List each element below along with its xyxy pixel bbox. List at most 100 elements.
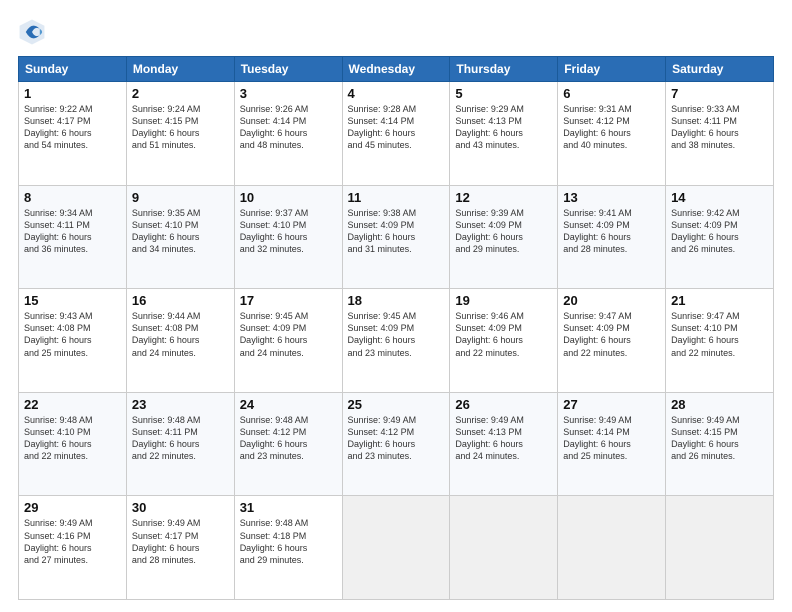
day-number: 21 — [671, 293, 768, 308]
cell-text: Sunrise: 9:47 AMSunset: 4:09 PMDaylight:… — [563, 310, 660, 359]
cell-text: Sunrise: 9:43 AMSunset: 4:08 PMDaylight:… — [24, 310, 121, 359]
cell-text: Sunrise: 9:45 AMSunset: 4:09 PMDaylight:… — [348, 310, 445, 359]
day-number: 14 — [671, 190, 768, 205]
day-number: 24 — [240, 397, 337, 412]
logo — [18, 18, 48, 46]
calendar-header: Sunday Monday Tuesday Wednesday Thursday… — [19, 57, 774, 82]
calendar-cell: 26 Sunrise: 9:49 AMSunset: 4:13 PMDayligh… — [450, 392, 558, 496]
cell-text: Sunrise: 9:24 AMSunset: 4:15 PMDaylight:… — [132, 103, 229, 152]
calendar-cell: 5 Sunrise: 9:29 AMSunset: 4:13 PMDaylight… — [450, 82, 558, 186]
day-number: 17 — [240, 293, 337, 308]
calendar-cell: 16 Sunrise: 9:44 AMSunset: 4:08 PMDayligh… — [126, 289, 234, 393]
day-number: 5 — [455, 86, 552, 101]
calendar-cell: 6Sunrise: 9:31 AMSunset: 4:12 PMDaylight… — [558, 82, 666, 186]
calendar-cell: 1 Sunrise: 9:22 AMSunset: 4:17 PMDaylight… — [19, 82, 127, 186]
cell-text: Sunrise: 9:48 AMSunset: 4:10 PMDaylight:… — [24, 414, 121, 463]
cell-text: Sunrise: 9:48 AMSunset: 4:11 PMDaylight:… — [132, 414, 229, 463]
calendar-cell — [342, 496, 450, 600]
th-sunday: Sunday — [19, 57, 127, 82]
week-row-2: 8 Sunrise: 9:34 AMSunset: 4:11 PMDaylight… — [19, 185, 774, 289]
day-number: 31 — [240, 500, 337, 515]
cell-text: Sunrise: 9:31 AMSunset: 4:12 PMDaylight:… — [563, 103, 660, 152]
day-number: 28 — [671, 397, 768, 412]
calendar-cell — [666, 496, 774, 600]
cell-text: Sunrise: 9:46 AMSunset: 4:09 PMDaylight:… — [455, 310, 552, 359]
day-number: 8 — [24, 190, 121, 205]
cell-text: Sunrise: 9:29 AMSunset: 4:13 PMDaylight:… — [455, 103, 552, 152]
calendar-cell: 22 Sunrise: 9:48 AMSunset: 4:10 PMDayligh… — [19, 392, 127, 496]
th-monday: Monday — [126, 57, 234, 82]
cell-text: Sunrise: 9:49 AMSunset: 4:17 PMDaylight:… — [132, 517, 229, 566]
day-number: 13 — [563, 190, 660, 205]
cell-text: Sunrise: 9:49 AMSunset: 4:13 PMDaylight:… — [455, 414, 552, 463]
week-row-5: 29Sunrise: 9:49 AMSunset: 4:16 PMDayligh… — [19, 496, 774, 600]
cell-text: Sunrise: 9:34 AMSunset: 4:11 PMDaylight:… — [24, 207, 121, 256]
calendar-cell — [558, 496, 666, 600]
calendar-cell: 29Sunrise: 9:49 AMSunset: 4:16 PMDayligh… — [19, 496, 127, 600]
calendar-table: Sunday Monday Tuesday Wednesday Thursday… — [18, 56, 774, 600]
calendar-cell: 23 Sunrise: 9:48 AMSunset: 4:11 PMDayligh… — [126, 392, 234, 496]
day-number: 3 — [240, 86, 337, 101]
day-number: 23 — [132, 397, 229, 412]
day-number: 1 — [24, 86, 121, 101]
cell-text: Sunrise: 9:39 AMSunset: 4:09 PMDaylight:… — [455, 207, 552, 256]
header — [18, 18, 774, 46]
cell-text: Sunrise: 9:37 AMSunset: 4:10 PMDaylight:… — [240, 207, 337, 256]
calendar-cell: 25Sunrise: 9:49 AMSunset: 4:12 PMDayligh… — [342, 392, 450, 496]
logo-icon — [18, 18, 46, 46]
cell-text: Sunrise: 9:48 AMSunset: 4:12 PMDaylight:… — [240, 414, 337, 463]
th-friday: Friday — [558, 57, 666, 82]
calendar-body: 1 Sunrise: 9:22 AMSunset: 4:17 PMDaylight… — [19, 82, 774, 600]
day-number: 22 — [24, 397, 121, 412]
calendar-cell: 31Sunrise: 9:48 AMSunset: 4:18 PMDayligh… — [234, 496, 342, 600]
cell-text: Sunrise: 9:38 AMSunset: 4:09 PMDaylight:… — [348, 207, 445, 256]
calendar-cell: 15Sunrise: 9:43 AMSunset: 4:08 PMDayligh… — [19, 289, 127, 393]
day-number: 18 — [348, 293, 445, 308]
cell-text: Sunrise: 9:44 AMSunset: 4:08 PMDaylight:… — [132, 310, 229, 359]
cell-text: Sunrise: 9:35 AMSunset: 4:10 PMDaylight:… — [132, 207, 229, 256]
calendar-cell: 20Sunrise: 9:47 AMSunset: 4:09 PMDayligh… — [558, 289, 666, 393]
week-row-4: 22 Sunrise: 9:48 AMSunset: 4:10 PMDayligh… — [19, 392, 774, 496]
day-number: 26 — [455, 397, 552, 412]
calendar-cell: 27 Sunrise: 9:49 AMSunset: 4:14 PMDayligh… — [558, 392, 666, 496]
calendar-cell: 2Sunrise: 9:24 AMSunset: 4:15 PMDaylight… — [126, 82, 234, 186]
th-thursday: Thursday — [450, 57, 558, 82]
calendar-cell: 7Sunrise: 9:33 AMSunset: 4:11 PMDaylight… — [666, 82, 774, 186]
day-number: 29 — [24, 500, 121, 515]
day-number: 10 — [240, 190, 337, 205]
calendar-cell — [450, 496, 558, 600]
day-number: 12 — [455, 190, 552, 205]
th-tuesday: Tuesday — [234, 57, 342, 82]
day-number: 27 — [563, 397, 660, 412]
calendar-cell: 19 Sunrise: 9:46 AMSunset: 4:09 PMDayligh… — [450, 289, 558, 393]
calendar-cell: 12 Sunrise: 9:39 AMSunset: 4:09 PMDayligh… — [450, 185, 558, 289]
calendar-cell: 4Sunrise: 9:28 AMSunset: 4:14 PMDaylight… — [342, 82, 450, 186]
calendar-cell: 21Sunrise: 9:47 AMSunset: 4:10 PMDayligh… — [666, 289, 774, 393]
th-saturday: Saturday — [666, 57, 774, 82]
cell-text: Sunrise: 9:41 AMSunset: 4:09 PMDaylight:… — [563, 207, 660, 256]
calendar-cell: 11 Sunrise: 9:38 AMSunset: 4:09 PMDayligh… — [342, 185, 450, 289]
week-row-1: 1 Sunrise: 9:22 AMSunset: 4:17 PMDaylight… — [19, 82, 774, 186]
cell-text: Sunrise: 9:49 AMSunset: 4:14 PMDaylight:… — [563, 414, 660, 463]
week-row-3: 15Sunrise: 9:43 AMSunset: 4:08 PMDayligh… — [19, 289, 774, 393]
cell-text: Sunrise: 9:22 AMSunset: 4:17 PMDaylight:… — [24, 103, 121, 152]
calendar-cell: 13 Sunrise: 9:41 AMSunset: 4:09 PMDayligh… — [558, 185, 666, 289]
cell-text: Sunrise: 9:45 AMSunset: 4:09 PMDaylight:… — [240, 310, 337, 359]
day-number: 16 — [132, 293, 229, 308]
th-wednesday: Wednesday — [342, 57, 450, 82]
calendar-cell: 14 Sunrise: 9:42 AMSunset: 4:09 PMDayligh… — [666, 185, 774, 289]
day-number: 4 — [348, 86, 445, 101]
day-number: 9 — [132, 190, 229, 205]
calendar-cell: 10 Sunrise: 9:37 AMSunset: 4:10 PMDayligh… — [234, 185, 342, 289]
cell-text: Sunrise: 9:26 AMSunset: 4:14 PMDaylight:… — [240, 103, 337, 152]
day-number: 11 — [348, 190, 445, 205]
cell-text: Sunrise: 9:49 AMSunset: 4:15 PMDaylight:… — [671, 414, 768, 463]
day-number: 19 — [455, 293, 552, 308]
calendar-cell: 28 Sunrise: 9:49 AMSunset: 4:15 PMDayligh… — [666, 392, 774, 496]
calendar-cell: 24 Sunrise: 9:48 AMSunset: 4:12 PMDayligh… — [234, 392, 342, 496]
calendar-cell: 3 Sunrise: 9:26 AMSunset: 4:14 PMDaylight… — [234, 82, 342, 186]
calendar-cell: 9 Sunrise: 9:35 AMSunset: 4:10 PMDaylight… — [126, 185, 234, 289]
cell-text: Sunrise: 9:42 AMSunset: 4:09 PMDaylight:… — [671, 207, 768, 256]
page: Sunday Monday Tuesday Wednesday Thursday… — [0, 0, 792, 612]
header-row: Sunday Monday Tuesday Wednesday Thursday… — [19, 57, 774, 82]
